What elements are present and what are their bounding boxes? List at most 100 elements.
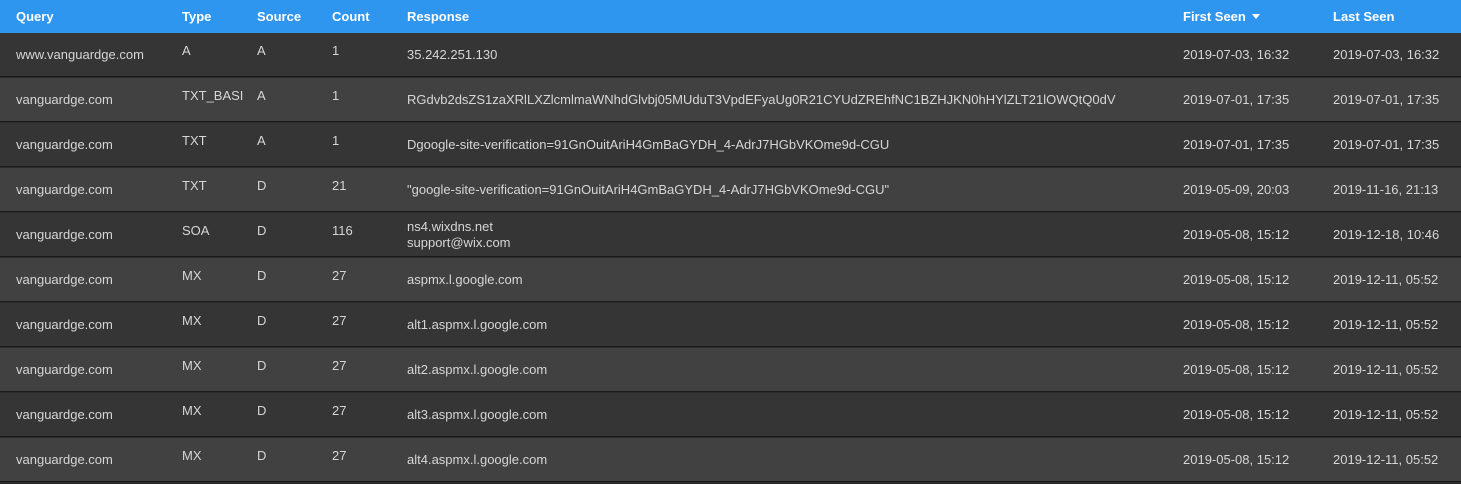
cell-type: MX bbox=[182, 403, 202, 418]
cell-count: 21 bbox=[332, 178, 347, 193]
column-header-type[interactable]: Type bbox=[182, 0, 254, 33]
table-row[interactable]: vanguardge.com SOA D 116 2019-05-08, 15:12 20… bbox=[0, 213, 1461, 257]
cell-last-seen: 2019-07-03, 16:32 bbox=[1333, 47, 1440, 62]
cell-type: MX bbox=[182, 313, 202, 328]
cell-source: A bbox=[257, 133, 266, 148]
cell-response: alt1.aspmx.l.google.com bbox=[407, 303, 1172, 347]
cell-response: alt4.aspmx.l.google.com bbox=[407, 438, 1172, 482]
table-header: Query Type Source Count Response First S… bbox=[0, 0, 1461, 33]
cell-query: vanguardge.com bbox=[16, 452, 113, 467]
cell-response: alt3.aspmx.l.google.com bbox=[407, 393, 1172, 437]
table-row[interactable]: vanguardge.com MX D 27 2019-05-08, 15:12 2019… bbox=[0, 258, 1461, 302]
cell-first-seen: 2019-07-03, 16:32 bbox=[1183, 47, 1290, 62]
cell-response: 35.242.251.130 bbox=[407, 33, 1172, 77]
cell-first-seen: 2019-07-01, 17:35 bbox=[1183, 92, 1290, 107]
cell-query: vanguardge.com bbox=[16, 227, 113, 242]
cell-source: D bbox=[257, 448, 267, 463]
cell-query: vanguardge.com bbox=[16, 182, 113, 197]
dns-records-table: Query Type Source Count Response First S… bbox=[0, 0, 1461, 484]
response-line: aspmx.l.google.com bbox=[407, 272, 523, 287]
column-header-last-seen[interactable]: Last Seen bbox=[1333, 0, 1458, 33]
response-line: Dgoogle-site-verification=91GnOuitAriH4G… bbox=[407, 137, 890, 152]
cell-source: D bbox=[257, 313, 267, 328]
cell-source: D bbox=[257, 223, 267, 238]
cell-source: A bbox=[257, 43, 266, 58]
cell-count: 27 bbox=[332, 403, 347, 418]
cell-query: vanguardge.com bbox=[16, 407, 113, 422]
cell-query: vanguardge.com bbox=[16, 317, 113, 332]
cell-last-seen: 2019-12-11, 05:52 bbox=[1333, 272, 1439, 287]
table-row[interactable]: vanguardge.com MX D 27 2019-05-08, 15:12 2019… bbox=[0, 303, 1461, 347]
cell-response: alt2.aspmx.l.google.com bbox=[407, 348, 1172, 392]
response-line: ns4.wixdns.net bbox=[407, 219, 493, 234]
cell-first-seen: 2019-05-08, 15:12 bbox=[1183, 452, 1290, 467]
table-row[interactable]: vanguardge.com MX D 27 2019-05-08, 15:12 2019… bbox=[0, 348, 1461, 392]
cell-source: D bbox=[257, 268, 267, 283]
cell-type: TXT_BASI bbox=[182, 88, 244, 103]
column-header-count[interactable]: Count bbox=[332, 0, 402, 33]
column-header-source[interactable]: Source bbox=[257, 0, 327, 33]
cell-query: vanguardge.com bbox=[16, 272, 113, 287]
cell-type: MX bbox=[182, 358, 202, 373]
cell-response: aspmx.l.google.com bbox=[407, 258, 1172, 302]
cell-source: D bbox=[257, 403, 267, 418]
response-line: support@wix.com bbox=[407, 235, 511, 250]
column-header-response[interactable]: Response bbox=[407, 0, 1172, 33]
cell-first-seen: 2019-05-08, 15:12 bbox=[1183, 362, 1290, 377]
cell-first-seen: 2019-05-08, 15:12 bbox=[1183, 272, 1290, 287]
cell-first-seen: 2019-07-01, 17:35 bbox=[1183, 137, 1290, 152]
cell-query: vanguardge.com bbox=[16, 362, 113, 377]
cell-query: vanguardge.com bbox=[16, 92, 113, 107]
cell-last-seen: 2019-12-11, 05:52 bbox=[1333, 317, 1439, 332]
cell-type: TXT bbox=[182, 133, 207, 148]
cell-type: MX bbox=[182, 268, 202, 283]
table-row[interactable]: www.vanguardge.com A A 1 2019-07-03, 16:32 20… bbox=[0, 33, 1461, 77]
cell-first-seen: 2019-05-08, 15:12 bbox=[1183, 317, 1290, 332]
cell-count: 1 bbox=[332, 43, 340, 58]
cell-last-seen: 2019-07-01, 17:35 bbox=[1333, 92, 1440, 107]
column-header-first-seen[interactable]: First Seen bbox=[1183, 0, 1328, 33]
cell-last-seen: 2019-12-11, 05:52 bbox=[1333, 362, 1439, 377]
cell-query: vanguardge.com bbox=[16, 137, 113, 152]
cell-last-seen: 2019-12-18, 10:46 bbox=[1333, 227, 1440, 242]
cell-count: 27 bbox=[332, 448, 347, 463]
response-line: 35.242.251.130 bbox=[407, 47, 498, 62]
cell-first-seen: 2019-05-08, 15:12 bbox=[1183, 407, 1290, 422]
cell-type: SOA bbox=[182, 223, 210, 238]
response-line: alt2.aspmx.l.google.com bbox=[407, 362, 548, 377]
cell-source: A bbox=[257, 88, 266, 103]
response-line: "google-site-verification=91GnOuitAriH4G… bbox=[407, 182, 890, 197]
cell-query: www.vanguardge.com bbox=[16, 47, 144, 62]
cell-type: TXT bbox=[182, 178, 207, 193]
column-header-query[interactable]: Query bbox=[16, 0, 176, 33]
response-line: alt1.aspmx.l.google.com bbox=[407, 317, 548, 332]
column-header-first-seen-label: First Seen bbox=[1183, 9, 1246, 24]
sort-down-caret-icon bbox=[1251, 14, 1260, 19]
cell-count: 27 bbox=[332, 313, 347, 328]
table-row[interactable]: vanguardge.com TXT A 1 2019-07-01, 17:35 2019… bbox=[0, 123, 1461, 167]
cell-response: ns4.wixdns.net support@wix.com bbox=[407, 213, 1172, 257]
cell-response: "google-site-verification=91GnOuitAriH4G… bbox=[407, 168, 1172, 212]
cell-count: 116 bbox=[332, 223, 353, 238]
cell-last-seen: 2019-12-11, 05:52 bbox=[1333, 452, 1439, 467]
cell-response: Dgoogle-site-verification=91GnOuitAriH4G… bbox=[407, 123, 1172, 167]
table-row[interactable]: vanguardge.com TXT_BASI A 1 2019-07-01, 17:3… bbox=[0, 78, 1461, 122]
cell-type: A bbox=[182, 43, 191, 58]
cell-last-seen: 2019-11-16, 21:13 bbox=[1333, 182, 1439, 197]
cell-last-seen: 2019-07-01, 17:35 bbox=[1333, 137, 1440, 152]
cell-first-seen: 2019-05-09, 20:03 bbox=[1183, 182, 1290, 197]
response-line: RGdvb2dsZS1zaXRlLXZlcmlmaWNhdGlvbj05MUdu… bbox=[407, 92, 1116, 107]
response-line: alt4.aspmx.l.google.com bbox=[407, 452, 548, 467]
cell-first-seen: 2019-05-08, 15:12 bbox=[1183, 227, 1290, 242]
response-line: alt3.aspmx.l.google.com bbox=[407, 407, 548, 422]
table-row[interactable]: vanguardge.com TXT D 21 2019-05-09, 20:03 201… bbox=[0, 168, 1461, 212]
table-row[interactable]: vanguardge.com MX D 27 2019-05-08, 15:12 2019… bbox=[0, 393, 1461, 437]
table-row[interactable]: vanguardge.com MX D 27 2019-05-08, 15:12 2019… bbox=[0, 438, 1461, 482]
cell-count: 1 bbox=[332, 133, 340, 148]
cell-response: RGdvb2dsZS1zaXRlLXZlcmlmaWNhdGlvbj05MUdu… bbox=[407, 78, 1172, 122]
cell-count: 27 bbox=[332, 268, 347, 283]
cell-count: 27 bbox=[332, 358, 347, 373]
cell-source: D bbox=[257, 178, 267, 193]
cell-type: MX bbox=[182, 448, 202, 463]
cell-count: 1 bbox=[332, 88, 340, 103]
